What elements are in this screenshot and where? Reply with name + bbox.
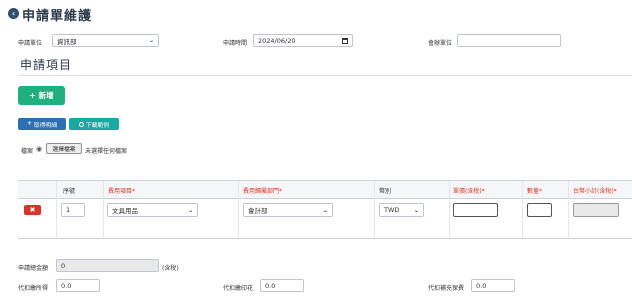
total-amount-input: 0 (56, 259, 159, 272)
total-label: 申請總金額 (18, 265, 49, 272)
header-department: 費用歸屬部門* (243, 188, 283, 195)
withholding-stamp-input[interactable]: 0.0 (260, 279, 304, 292)
file-label: 檔案 (21, 148, 34, 155)
plus-icon: + (26, 121, 32, 127)
fetch-detail-button[interactable]: + 取得明細 (18, 118, 66, 130)
unit-price-input[interactable] (453, 203, 498, 217)
currency-value: TWD (384, 206, 400, 214)
circle-arrow-left-icon[interactable]: ‹ (8, 8, 19, 19)
cosign-label: 會辦單位 (428, 40, 453, 47)
header-expense-item: 費用項目* (108, 188, 136, 195)
no-file-text: 未選擇任何檔案 (85, 148, 128, 155)
unit-select-value: 資訊部 (57, 37, 77, 46)
fetch-detail-label: 取得明細 (33, 122, 58, 129)
page-title: 申請單維護 (22, 9, 93, 24)
supplementary-premium-input[interactable]: 0.0 (471, 279, 515, 292)
chevron-down-icon: ⌄ (321, 206, 330, 214)
expense-item-value: 文具用品 (112, 207, 138, 215)
chevron-down-icon: ⌄ (186, 206, 195, 214)
items-section-title: 申請項目 (20, 58, 73, 72)
withholding-stamp-label: 代扣繳印花 (223, 285, 254, 292)
column-divider (56, 181, 57, 238)
header-subtotal: 台幣小計(含稅)* (573, 188, 617, 195)
expense-item-select[interactable]: 文具用品 ⌄ (107, 203, 198, 217)
column-divider (103, 181, 104, 238)
quantity-input[interactable] (527, 203, 552, 217)
calendar-icon[interactable] (342, 37, 348, 44)
close-icon: ✖ (29, 206, 36, 214)
date-input-value: 2024/06/20 (258, 36, 296, 45)
cosign-input[interactable] (457, 34, 561, 47)
add-button-label: 新增 (38, 91, 54, 100)
withholding-income-input[interactable]: 0.0 (56, 279, 100, 292)
unit-select[interactable]: 資訊部 ⌄ (52, 34, 159, 47)
department-value: 會計部 (248, 207, 268, 215)
column-divider (449, 181, 450, 238)
download-sample-label: 下載範例 (85, 122, 110, 129)
column-divider (522, 181, 523, 238)
column-divider (374, 181, 375, 238)
withholding-income-label: 代扣繳所得 (18, 285, 49, 292)
eye-icon[interactable]: ◉ (36, 145, 42, 153)
header-unit-price: 單價(含稅)* (453, 188, 485, 195)
header-quantity: 數量* (527, 188, 543, 195)
unit-label: 申請單位 (18, 40, 43, 47)
date-label: 申請時間 (223, 40, 248, 47)
total-suffix: (含稅) (162, 265, 179, 272)
header-currency: 幣別 (379, 188, 392, 195)
column-divider (238, 181, 239, 238)
department-select[interactable]: 會計部 ⌄ (243, 203, 333, 217)
choose-file-button[interactable]: 選擇檔案 (46, 143, 82, 154)
column-divider (568, 181, 569, 238)
plus-icon: + (29, 91, 36, 100)
download-sample-button[interactable]: 下載範例 (69, 118, 119, 130)
header-seq: 序號 (63, 188, 76, 195)
delete-row-button[interactable]: ✖ (24, 205, 41, 215)
section-divider (18, 75, 632, 76)
supplementary-premium-label: 代扣補充保費 (428, 285, 465, 292)
chevron-down-icon: ⌄ (412, 206, 421, 214)
date-input[interactable]: 2024/06/20 (253, 34, 353, 47)
seq-input[interactable]: 1 (61, 203, 85, 217)
currency-select[interactable]: TWD ⌄ (379, 203, 424, 217)
chevron-down-icon: ⌄ (147, 37, 156, 44)
download-circle-icon (78, 121, 84, 127)
add-button[interactable]: + 新增 (18, 86, 65, 105)
subtotal-input (573, 203, 619, 217)
